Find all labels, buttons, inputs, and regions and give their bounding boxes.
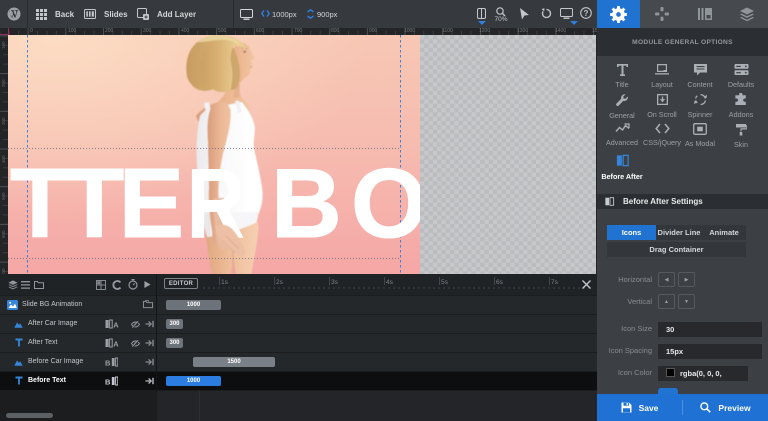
- svg-text:B: B: [105, 377, 111, 386]
- svg-text:A: A: [113, 339, 119, 348]
- svg-text:B: B: [105, 358, 111, 367]
- svg-text:?: ?: [584, 9, 589, 18]
- svg-text:A: A: [113, 320, 119, 329]
